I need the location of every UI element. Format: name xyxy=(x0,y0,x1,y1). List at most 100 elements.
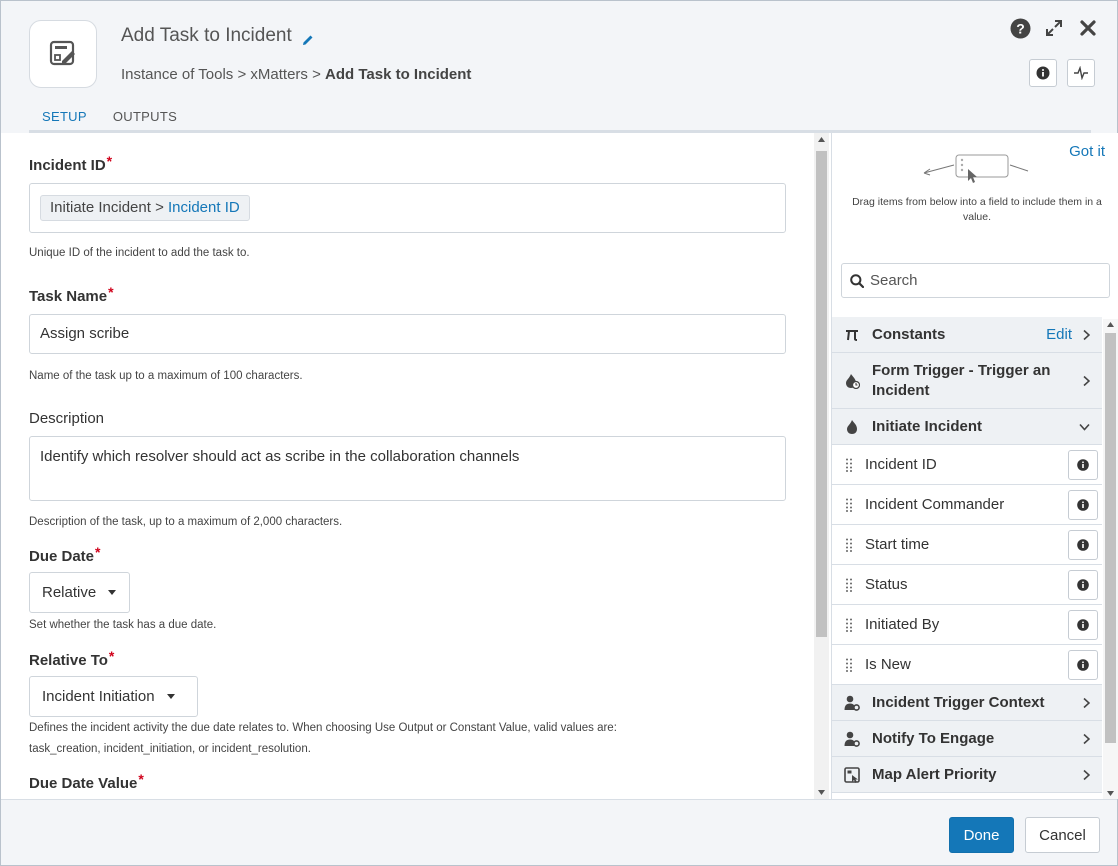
drag-handle-icon[interactable] xyxy=(844,578,854,592)
search-icon xyxy=(850,273,864,288)
breadcrumb-integration: xMatters xyxy=(250,66,308,83)
incident-id-field[interactable]: Initiate Incident > Incident ID xyxy=(29,183,786,233)
required-marker: * xyxy=(106,153,113,169)
due-date-value-label-text: Due Date Value xyxy=(29,775,138,792)
drag-handle-icon[interactable] xyxy=(844,618,854,632)
data-tree: Constants Edit Form Trigger - Trigger an… xyxy=(832,317,1102,793)
relative-to-label: Relative To* xyxy=(29,648,114,669)
due-date-selected-value: Relative xyxy=(42,584,97,601)
required-marker: * xyxy=(138,771,144,787)
drag-handle-icon[interactable] xyxy=(844,538,854,552)
due-date-select[interactable]: Relative xyxy=(29,572,130,613)
info-icon xyxy=(1077,539,1089,551)
group-map-priority-label: Map Alert Priority xyxy=(872,766,997,783)
incident-id-token[interactable]: Initiate Incident > Incident ID xyxy=(40,195,250,221)
scroll-up-arrow-icon xyxy=(818,137,825,142)
task-name-label-text: Task Name xyxy=(29,288,108,305)
got-it-link[interactable]: Got it xyxy=(1069,143,1105,160)
panel-scrollbar-thumb[interactable] xyxy=(1105,333,1116,743)
required-marker: * xyxy=(108,284,114,300)
list-item[interactable]: Initiated By xyxy=(832,605,1102,645)
drag-handle-icon[interactable] xyxy=(844,498,854,512)
chevron-right-icon xyxy=(1083,769,1090,780)
dialog-footer: Done Cancel xyxy=(1,799,1117,865)
drag-illustration-icon xyxy=(923,154,1029,183)
edit-title-pencil-icon[interactable] xyxy=(302,30,314,45)
panel-scrollbar[interactable] xyxy=(1103,319,1118,799)
info-icon xyxy=(1077,579,1089,591)
group-map-alert-priority[interactable]: Map Alert Priority xyxy=(832,757,1102,793)
svg-text:?: ? xyxy=(1016,20,1025,36)
user-gear-icon xyxy=(844,731,860,747)
group-form-trigger[interactable]: Form Trigger - Trigger an Incident xyxy=(832,353,1102,409)
list-item-label: Start time xyxy=(865,536,930,553)
task-name-input[interactable]: Assign scribe xyxy=(29,314,786,354)
help-icon[interactable]: ? xyxy=(1009,17,1031,39)
description-help: Description of the task, up to a maximum… xyxy=(29,516,343,528)
tab-setup[interactable]: SETUP xyxy=(29,101,100,133)
breadcrumb-current: Add Task to Incident xyxy=(325,66,472,83)
info-icon xyxy=(1077,459,1089,471)
drag-handle-icon[interactable] xyxy=(844,458,854,472)
info-button[interactable] xyxy=(1029,59,1057,87)
dialog-title: Add Task to Incident xyxy=(121,25,314,47)
chevron-right-icon xyxy=(1083,697,1090,708)
relative-to-select[interactable]: Incident Initiation xyxy=(29,676,198,717)
form-scrollbar-thumb[interactable] xyxy=(816,151,827,637)
edit-constants-link[interactable]: Edit xyxy=(1046,326,1072,343)
scroll-up-arrow-icon xyxy=(1107,322,1114,327)
item-info-button[interactable] xyxy=(1068,490,1098,520)
chevron-right-icon xyxy=(1083,375,1090,386)
list-item[interactable]: Incident ID xyxy=(832,445,1102,485)
relative-to-help-line2: task_creation, incident_initiation, or i… xyxy=(29,743,311,755)
task-edit-icon xyxy=(49,40,75,66)
drag-handle-icon[interactable] xyxy=(844,658,854,672)
list-item[interactable]: Incident Commander xyxy=(832,485,1102,525)
tab-outputs[interactable]: OUTPUTS xyxy=(100,101,190,133)
cancel-button[interactable]: Cancel xyxy=(1025,817,1100,853)
item-info-button[interactable] xyxy=(1068,570,1098,600)
list-item[interactable]: Status xyxy=(832,565,1102,605)
list-item-label: Status xyxy=(865,576,908,593)
group-notify-label: Notify To Engage xyxy=(872,730,995,747)
caret-down-icon xyxy=(108,590,117,595)
map-cursor-icon xyxy=(844,766,860,783)
relative-to-selected-value: Incident Initiation xyxy=(42,688,155,705)
task-name-help: Name of the task up to a maximum of 100 … xyxy=(29,370,303,382)
add-task-dialog: Add Task to Incident Instance of Tools >… xyxy=(0,0,1118,866)
group-initiate-incident[interactable]: Initiate Incident xyxy=(832,409,1102,445)
step-icon xyxy=(29,20,97,88)
description-textarea[interactable]: Identify which resolver should act as sc… xyxy=(29,436,786,501)
item-info-button[interactable] xyxy=(1068,650,1098,680)
chevron-right-icon xyxy=(1083,329,1090,340)
search-input[interactable]: Search xyxy=(841,263,1110,298)
breadcrumb-instance: Instance of Tools xyxy=(121,66,234,83)
group-constants-label: Constants xyxy=(872,326,946,343)
group-constants[interactable]: Constants Edit xyxy=(832,317,1102,353)
info-icon xyxy=(1077,619,1089,631)
header-actions: ? xyxy=(1009,17,1099,39)
list-item[interactable]: Start time xyxy=(832,525,1102,565)
required-marker: * xyxy=(95,544,101,560)
flame-icon xyxy=(844,419,860,435)
list-item[interactable]: Is New xyxy=(832,645,1102,685)
expand-icon[interactable] xyxy=(1043,17,1065,39)
required-marker: * xyxy=(108,648,115,664)
info-icon xyxy=(1077,499,1089,511)
close-icon[interactable] xyxy=(1077,17,1099,39)
token-source: Initiate Incident > xyxy=(50,199,164,216)
form-scrollbar[interactable] xyxy=(814,133,829,799)
group-notify-to-engage[interactable]: Notify To Engage xyxy=(832,721,1102,757)
item-info-button[interactable] xyxy=(1068,450,1098,480)
list-item-label: Is New xyxy=(865,656,911,673)
item-info-button[interactable] xyxy=(1068,530,1098,560)
group-incident-trigger-context[interactable]: Incident Trigger Context xyxy=(832,685,1102,721)
item-info-button[interactable] xyxy=(1068,610,1098,640)
relative-to-label-text: Relative To xyxy=(29,652,108,669)
activity-button[interactable] xyxy=(1067,59,1095,87)
done-button[interactable]: Done xyxy=(949,817,1014,853)
list-item-label: Initiated By xyxy=(865,616,940,633)
group-form-trigger-label: Form Trigger - Trigger an Incident xyxy=(872,361,1050,401)
description-label: Description xyxy=(29,410,105,427)
group-form-trigger-label-line2: Incident xyxy=(872,381,930,399)
